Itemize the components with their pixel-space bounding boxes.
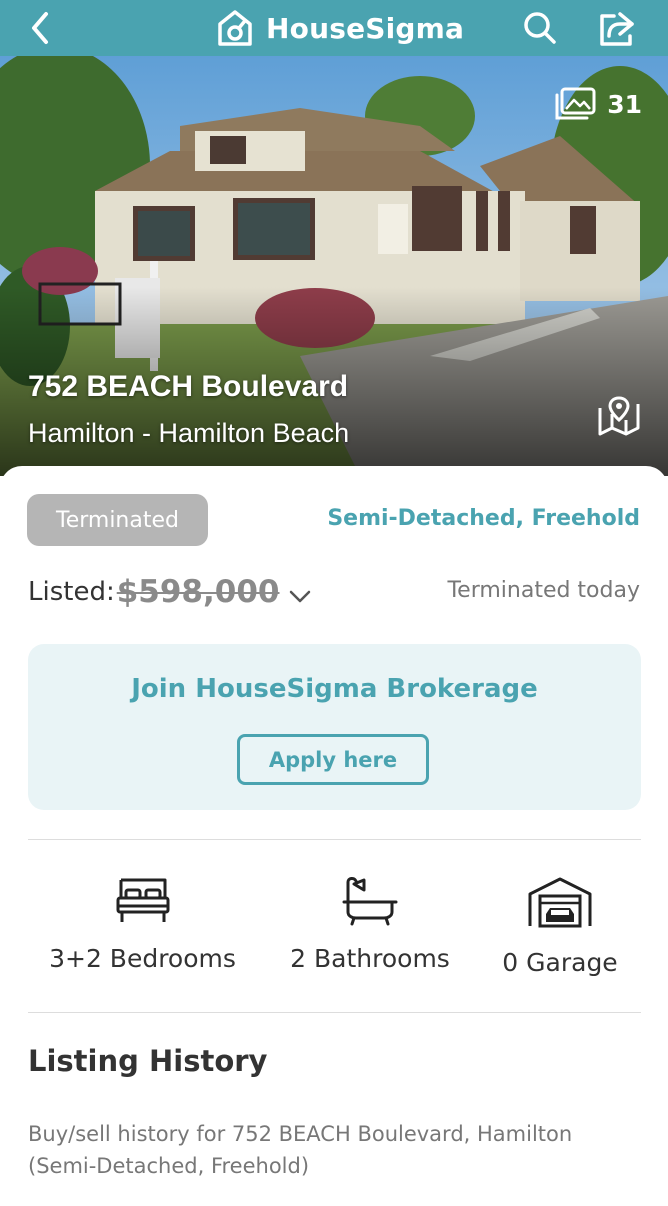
divider (28, 1012, 641, 1013)
search-button[interactable] (520, 8, 560, 48)
terminated-date: Terminated today (447, 578, 640, 603)
listing-address: 752 BEACH Boulevard (28, 370, 349, 403)
brand-name: HouseSigma (266, 11, 465, 45)
photo-count[interactable]: 31 (553, 86, 642, 122)
divider (28, 839, 641, 840)
listed-label: Listed: (28, 577, 115, 607)
photo-count-value: 31 (607, 89, 642, 119)
feature-bedrooms: 3+2 Bedrooms (40, 876, 245, 973)
back-arrow-icon (32, 12, 48, 44)
brokerage-promo: Join HouseSigma Brokerage Apply here (28, 644, 641, 810)
listing-history-title: Listing History (28, 1044, 268, 1078)
apply-here-button[interactable]: Apply here (237, 734, 429, 785)
back-button[interactable] (22, 8, 62, 48)
app-header: HouseSigma (0, 0, 668, 56)
gallery-icon (555, 87, 596, 120)
bathrooms-count: 2 Bathrooms (290, 944, 450, 973)
listed-price: $598,000 (116, 574, 280, 610)
map-button[interactable] (596, 394, 642, 438)
feature-bathrooms: 2 Bathrooms (275, 876, 465, 973)
share-button[interactable] (596, 6, 640, 50)
housesigma-logo-icon (218, 10, 252, 46)
bed-icon (116, 878, 169, 922)
listing-history-description: Buy/sell history for 752 BEACH Boulevard… (28, 1122, 573, 1178)
status-badge: Terminated (27, 494, 208, 546)
share-icon (600, 12, 634, 46)
brand[interactable]: HouseSigma (216, 6, 464, 50)
garage-icon (528, 877, 592, 928)
map-icon (598, 396, 640, 436)
bedrooms-count: 3+2 Bedrooms (49, 944, 236, 973)
property-type: Semi-Detached, Freehold (327, 506, 640, 531)
listed-price-row[interactable]: Listed: $598,000 (28, 574, 313, 610)
chevron-down-icon[interactable] (287, 583, 313, 609)
listing-photo[interactable]: 31 752 BEACH Boulevard Hamilton - Hamilt… (0, 56, 668, 476)
feature-garage: 0 Garage (490, 876, 630, 977)
promo-title: Join HouseSigma Brokerage (131, 674, 538, 704)
garage-count: 0 Garage (502, 948, 618, 977)
listing-location: Hamilton - Hamilton Beach (28, 418, 350, 448)
search-icon (524, 12, 556, 44)
bathtub-icon (342, 877, 398, 926)
listing-details-card: Terminated Semi-Detached, Freehold Liste… (0, 466, 668, 1206)
